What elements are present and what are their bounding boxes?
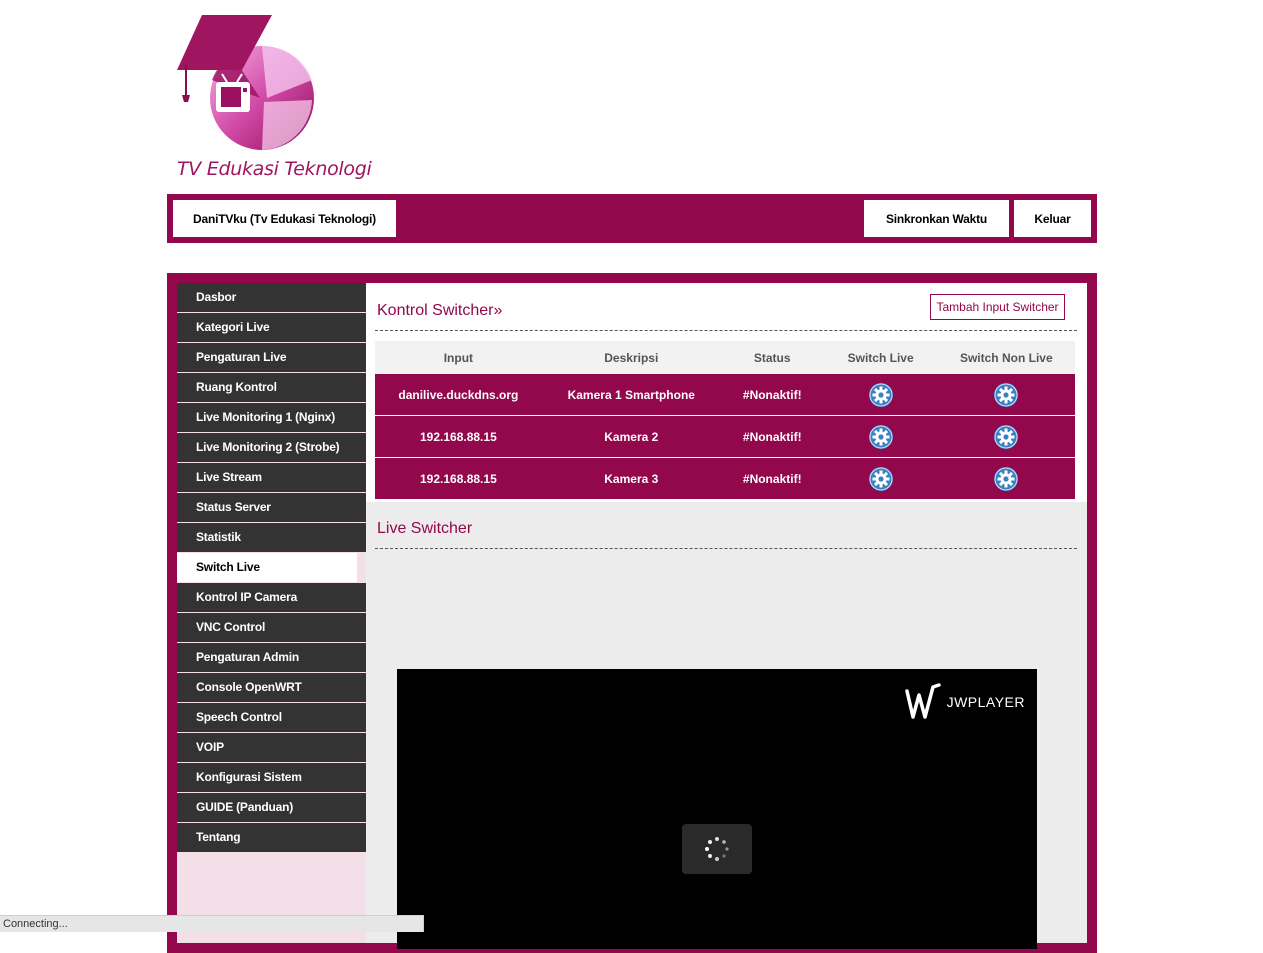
cell-description: Kamera 3 [541, 457, 721, 500]
table-row: danilive.duckdns.org Kamera 1 Smartphone… [375, 374, 1075, 416]
loading-spinner-icon [682, 824, 752, 874]
cell-input: 192.168.88.15 [375, 457, 542, 500]
switch-non-live-gear-icon[interactable] [994, 424, 1019, 449]
content-area: Kontrol Switcher» Tambah Input Switcher … [366, 283, 1087, 949]
top-bar: DaniTVku (Tv Edukasi Teknologi) Sinkronk… [167, 194, 1097, 243]
browser-status-bar: Connecting... [0, 915, 424, 932]
divider [375, 548, 1077, 549]
cell-description: Kamera 2 [541, 415, 721, 458]
column-header-deskripsi: Deskripsi [541, 341, 721, 374]
switcher-table: Input Deskripsi Status Switch Live Switc… [375, 341, 1075, 500]
sidebar-item-live-monitoring-2[interactable]: Live Monitoring 2 (Strobe) [177, 433, 366, 462]
cell-status: #Nonaktif! [720, 457, 824, 500]
switch-non-live-gear-icon[interactable] [994, 466, 1019, 491]
logout-button[interactable]: Keluar [1014, 200, 1091, 237]
table-row: 192.168.88.15 Kamera 3 #Nonaktif! [375, 457, 1075, 500]
sidebar-item-switch-live[interactable]: Switch Live [177, 553, 357, 582]
sidebar-item-guide[interactable]: GUIDE (Panduan) [177, 793, 366, 822]
video-player[interactable]: JWPLAYER [397, 669, 1037, 949]
column-header-switch-non-live: Switch Non Live [937, 341, 1075, 374]
switch-live-gear-icon[interactable] [868, 424, 893, 449]
sidebar-item-konfigurasi-sistem[interactable]: Konfigurasi Sistem [177, 763, 366, 792]
sidebar-item-pengaturan-live[interactable]: Pengaturan Live [177, 343, 366, 372]
jwplayer-brand-text: JWPLAYER [946, 694, 1025, 710]
switch-live-gear-icon[interactable] [868, 466, 893, 491]
cell-input: 192.168.88.15 [375, 415, 542, 458]
cell-description: Kamera 1 Smartphone [541, 374, 721, 416]
cell-status: #Nonaktif! [720, 374, 824, 416]
sidebar-item-speech-control[interactable]: Speech Control [177, 703, 366, 732]
divider [375, 330, 1077, 331]
sidebar-item-pengaturan-admin[interactable]: Pengaturan Admin [177, 643, 366, 672]
sidebar-item-live-stream[interactable]: Live Stream [177, 463, 366, 492]
sidebar-item-vnc-control[interactable]: VNC Control [177, 613, 366, 642]
sidebar-item-status-server[interactable]: Status Server [177, 493, 366, 522]
sidebar-item-kontrol-ip-camera[interactable]: Kontrol IP Camera [177, 583, 366, 612]
jwplayer-icon [904, 683, 941, 719]
sidebar-item-live-monitoring-1[interactable]: Live Monitoring 1 (Nginx) [177, 403, 366, 432]
sidebar-item-dasbor[interactable]: Dasbor [177, 283, 366, 312]
switch-live-gear-icon[interactable] [868, 382, 893, 407]
sidebar-item-ruang-kontrol[interactable]: Ruang Kontrol [177, 373, 366, 402]
column-header-status: Status [720, 341, 824, 374]
jwplayer-logo[interactable]: JWPLAYER [904, 681, 1025, 723]
switcher-title: Kontrol Switcher» [377, 302, 503, 319]
switcher-panel: Kontrol Switcher» Tambah Input Switcher … [366, 283, 1087, 502]
column-header-switch-live: Switch Live [823, 341, 938, 374]
sync-time-button[interactable]: Sinkronkan Waktu [864, 200, 1009, 237]
brand-name: TV Edukasi Teknologi [177, 158, 372, 180]
switch-non-live-gear-icon[interactable] [994, 382, 1019, 407]
column-header-input: Input [375, 341, 542, 374]
sidebar-item-tentang[interactable]: Tentang [177, 823, 366, 852]
cell-status: #Nonaktif! [720, 415, 824, 458]
live-switcher-title: Live Switcher [377, 520, 473, 537]
user-account-button[interactable]: DaniTVku (Tv Edukasi Teknologi) [173, 200, 396, 237]
sidebar-item-statistik[interactable]: Statistik [177, 523, 366, 552]
cell-input: danilive.duckdns.org [375, 374, 542, 416]
table-row: 192.168.88.15 Kamera 2 #Nonaktif! [375, 415, 1075, 458]
sidebar-item-console-openwrt[interactable]: Console OpenWRT [177, 673, 366, 702]
sidebar-item-voip[interactable]: VOIP [177, 733, 366, 762]
sidebar-item-kategori-live[interactable]: Kategori Live [177, 313, 366, 342]
add-input-switcher-button[interactable]: Tambah Input Switcher [930, 294, 1065, 320]
sidebar: Dasbor Kategori Live Pengaturan Live Rua… [177, 283, 366, 943]
